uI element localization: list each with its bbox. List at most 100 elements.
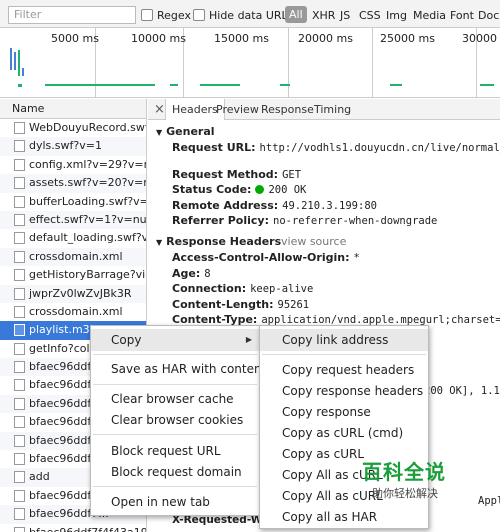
menu-item-copy-link-address[interactable]: Copy link address bbox=[260, 329, 428, 351]
request-name: bufferLoading.swf?v=0 bbox=[29, 194, 146, 208]
header-value: no-referrer-when-downgrade bbox=[273, 215, 438, 227]
request-name: dyls.swf?v=1 bbox=[29, 139, 102, 153]
response-header-row: Content-Length: 95261 bbox=[172, 298, 309, 311]
network-overview[interactable]: 5000 ms 10000 ms 15000 ms 20000 ms 25000… bbox=[0, 28, 500, 98]
request-name: jwprZv0lwZvJBk3R bbox=[29, 286, 132, 300]
file-icon bbox=[14, 489, 25, 502]
request-name: bfaec96ddf7f4f43a197 bbox=[29, 526, 146, 532]
request-row[interactable]: WebDouyuRecord.swf?v= bbox=[0, 119, 146, 137]
menu-separator bbox=[93, 486, 257, 487]
file-icon bbox=[14, 361, 25, 374]
menu-item-open-new-tab[interactable]: Open in new tab bbox=[91, 491, 259, 513]
waterfall-bar bbox=[18, 84, 22, 87]
filter-type-media[interactable]: Media bbox=[413, 9, 446, 22]
request-row[interactable]: getHistoryBarrage?vid... bbox=[0, 266, 146, 284]
file-icon bbox=[14, 140, 25, 153]
menu-item-copy-request-headers[interactable]: Copy request headers bbox=[260, 359, 428, 381]
watermark-subtitle: 助你轻松解决 bbox=[372, 487, 438, 500]
header-key: Referrer Policy: bbox=[172, 214, 269, 227]
file-icon bbox=[14, 416, 25, 429]
file-icon bbox=[14, 324, 25, 337]
menu-item-clear-cache[interactable]: Clear browser cache bbox=[91, 388, 259, 410]
request-name: add bbox=[29, 470, 50, 484]
expand-triangle-icon: ▼ bbox=[156, 128, 163, 137]
header-key: Request URL: bbox=[172, 141, 256, 154]
file-icon bbox=[14, 232, 25, 245]
request-row[interactable]: config.xml?v=29?v=null bbox=[0, 156, 146, 174]
request-row[interactable]: jwprZv0lwZvJBk3R bbox=[0, 284, 146, 303]
file-icon bbox=[14, 213, 25, 226]
view-source-link[interactable]: view source bbox=[281, 235, 346, 248]
header-value: 200 OK bbox=[268, 184, 307, 196]
waterfall-bars bbox=[10, 48, 494, 87]
request-row[interactable]: assets.swf?v=20?v=null bbox=[0, 174, 146, 193]
filter-type-xhr[interactable]: XHR bbox=[312, 9, 335, 22]
header-key: Age: bbox=[172, 267, 201, 280]
filter-type-font[interactable]: Font bbox=[450, 9, 474, 22]
request-name: assets.swf?v=20?v=null bbox=[29, 176, 146, 190]
hide-data-urls-checkbox[interactable]: Hide data URLs bbox=[193, 8, 293, 22]
status-code-row: Status Code: 200 OK bbox=[172, 183, 306, 196]
tab-preview[interactable]: Preview bbox=[216, 103, 259, 116]
response-headers-section-title[interactable]: ▼ Response Headers bbox=[156, 235, 281, 248]
filter-type-all[interactable]: All bbox=[285, 6, 307, 23]
request-row[interactable]: crossdomain.xml bbox=[0, 247, 146, 267]
request-name: WebDouyuRecord.swf?v= bbox=[29, 121, 146, 134]
name-column-header[interactable]: Name bbox=[0, 99, 146, 119]
status-ok-icon bbox=[255, 185, 265, 194]
request-name: effect.swf?v=1?v=null bbox=[29, 212, 146, 226]
menu-separator bbox=[93, 354, 257, 355]
devtools-network-panel: Filter Regex Hide data URLs All XHR JS C… bbox=[0, 0, 500, 532]
request-url-row: Request URL: http://vodhls1.douyucdn.cn/l… bbox=[172, 141, 500, 154]
menu-item-copy-response[interactable]: Copy response bbox=[260, 401, 428, 423]
request-method-row: Request Method: GET bbox=[172, 168, 301, 181]
request-row[interactable]: default_loading.swf?v= bbox=[0, 229, 146, 247]
tab-timing[interactable]: Timing bbox=[314, 103, 351, 116]
waterfall-bar bbox=[200, 84, 240, 86]
file-icon bbox=[14, 434, 25, 447]
menu-item-copy-response-headers[interactable]: Copy response headers bbox=[260, 380, 428, 402]
menu-item-copy-all-as-har[interactable]: Copy all as HAR bbox=[260, 506, 428, 528]
close-icon[interactable]: × bbox=[154, 102, 165, 117]
file-icon bbox=[14, 508, 25, 521]
context-menu: Copy ▶ Save as HAR with content Clear bro… bbox=[90, 325, 266, 516]
waterfall-bar bbox=[18, 50, 20, 76]
filter-type-js[interactable]: JS bbox=[340, 9, 350, 22]
menu-item-copy-as-curl-cmd[interactable]: Copy as cURL (cmd) bbox=[260, 422, 428, 444]
request-row[interactable]: bufferLoading.swf?v=0 bbox=[0, 193, 146, 211]
menu-item-save-har[interactable]: Save as HAR with content bbox=[91, 358, 266, 380]
regex-label: Regex bbox=[157, 8, 191, 22]
expand-triangle-icon: ▼ bbox=[156, 238, 163, 247]
occluded-header-value: 200 OK], 1.1 kl bbox=[424, 385, 500, 397]
menu-item-copy[interactable]: Copy ▶ bbox=[91, 329, 259, 351]
header-key: Access-Control-Allow-Origin: bbox=[172, 251, 350, 264]
general-section-title[interactable]: ▼ General bbox=[156, 125, 215, 138]
filter-type-css[interactable]: CSS bbox=[359, 9, 381, 22]
menu-item-block-domain[interactable]: Block request domain bbox=[91, 461, 259, 483]
waterfall-bar bbox=[22, 68, 24, 76]
menu-separator bbox=[93, 384, 257, 385]
overview-waterfall bbox=[10, 48, 494, 87]
filter-type-img[interactable]: Img bbox=[386, 9, 407, 22]
referrer-policy-row: Referrer Policy: no-referrer-when-downgra… bbox=[172, 214, 437, 227]
menu-item-block-url[interactable]: Block request URL bbox=[91, 440, 259, 462]
request-name: crossdomain.xml bbox=[29, 304, 123, 318]
waterfall-bar bbox=[480, 84, 494, 86]
watermark-logo: 百科全说 助你轻松解决 bbox=[362, 456, 462, 501]
menu-item-clear-cookies[interactable]: Clear browser cookies bbox=[91, 409, 259, 431]
request-row[interactable]: dyls.swf?v=1 bbox=[0, 137, 146, 156]
file-icon bbox=[14, 287, 25, 300]
response-header-row: Access-Control-Allow-Origin: * bbox=[172, 251, 360, 264]
request-row[interactable]: bfaec96ddf7f4f43a197 bbox=[0, 524, 146, 532]
filter-type-doc[interactable]: Doc bbox=[478, 9, 499, 22]
header-value: 49.210.3.199:80 bbox=[282, 200, 377, 212]
filter-input[interactable]: Filter bbox=[8, 6, 136, 24]
file-icon bbox=[14, 379, 25, 392]
regex-checkbox[interactable]: Regex bbox=[141, 8, 191, 22]
tab-response[interactable]: Response bbox=[261, 103, 314, 116]
menu-separator bbox=[93, 434, 257, 435]
file-icon bbox=[14, 526, 25, 532]
request-row[interactable]: crossdomain.xml bbox=[0, 303, 146, 321]
file-icon bbox=[14, 453, 25, 466]
request-row[interactable]: effect.swf?v=1?v=null bbox=[0, 210, 146, 230]
